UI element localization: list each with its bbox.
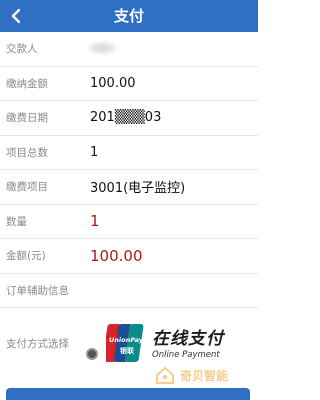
confirm-button[interactable] bbox=[6, 388, 250, 400]
amount-due-value: 100.00 bbox=[90, 75, 136, 91]
blurred-payer-name bbox=[88, 41, 116, 54]
item-count-label: 项目总数 bbox=[6, 146, 48, 159]
unionpay-logo[interactable]: UnionPay 银联 bbox=[106, 322, 146, 364]
payment-radio[interactable] bbox=[86, 348, 98, 360]
order-details: 交款人 缴纳金额 100.00 缴费日期 201▒▒▒03 项目总数 1 缴费项… bbox=[0, 32, 258, 308]
fee-item-label: 缴费项目 bbox=[6, 181, 48, 194]
order-info-label: 订单辅助信息 bbox=[6, 284, 69, 297]
watermark-text: 奇贝智能 bbox=[180, 368, 229, 383]
amount-label: 金额(元) bbox=[6, 250, 46, 263]
row-amount-due: 缴纳金额 100.00 bbox=[0, 67, 258, 101]
payment-method-label: 支付方式选择 bbox=[6, 337, 69, 350]
amount-due-label: 缴纳金额 bbox=[6, 77, 48, 90]
payer-label: 交款人 bbox=[6, 43, 38, 56]
row-amount: 金额(元) 100.00 bbox=[0, 239, 258, 274]
quantity-value: 1 bbox=[90, 212, 100, 231]
fee-item-value: 3001(电子监控) bbox=[90, 181, 186, 197]
watermark: 奇贝智能 bbox=[154, 360, 250, 390]
house-icon bbox=[156, 366, 174, 384]
payer-value bbox=[82, 32, 116, 66]
quantity-label: 数量 bbox=[6, 215, 27, 228]
row-fee-item: 缴费项目 3001(电子监控) bbox=[0, 170, 258, 205]
row-item-count: 项目总数 1 bbox=[0, 136, 258, 170]
online-payment-cn: 在线支付 bbox=[152, 329, 224, 349]
top-bar: 支付 bbox=[0, 0, 258, 32]
payment-date-label: 缴费日期 bbox=[6, 112, 48, 125]
item-count-value: 1 bbox=[90, 144, 99, 160]
row-payment-date: 缴费日期 201▒▒▒03 bbox=[0, 101, 258, 136]
amount-value: 100.00 bbox=[90, 246, 143, 265]
page-title: 支付 bbox=[113, 7, 144, 25]
row-quantity: 数量 1 bbox=[0, 205, 258, 239]
online-payment-en: Online Payment bbox=[152, 350, 220, 360]
online-payment-option[interactable]: 在线支付 Online Payment bbox=[152, 324, 224, 360]
row-order-info: 订单辅助信息 bbox=[0, 274, 258, 308]
unionpay-logo-text: UnionPay bbox=[109, 336, 144, 344]
payment-date-value: 201▒▒▒03 bbox=[90, 110, 162, 126]
row-payer: 交款人 bbox=[0, 32, 258, 67]
unionpay-logo-cn: 银联 bbox=[120, 346, 135, 355]
